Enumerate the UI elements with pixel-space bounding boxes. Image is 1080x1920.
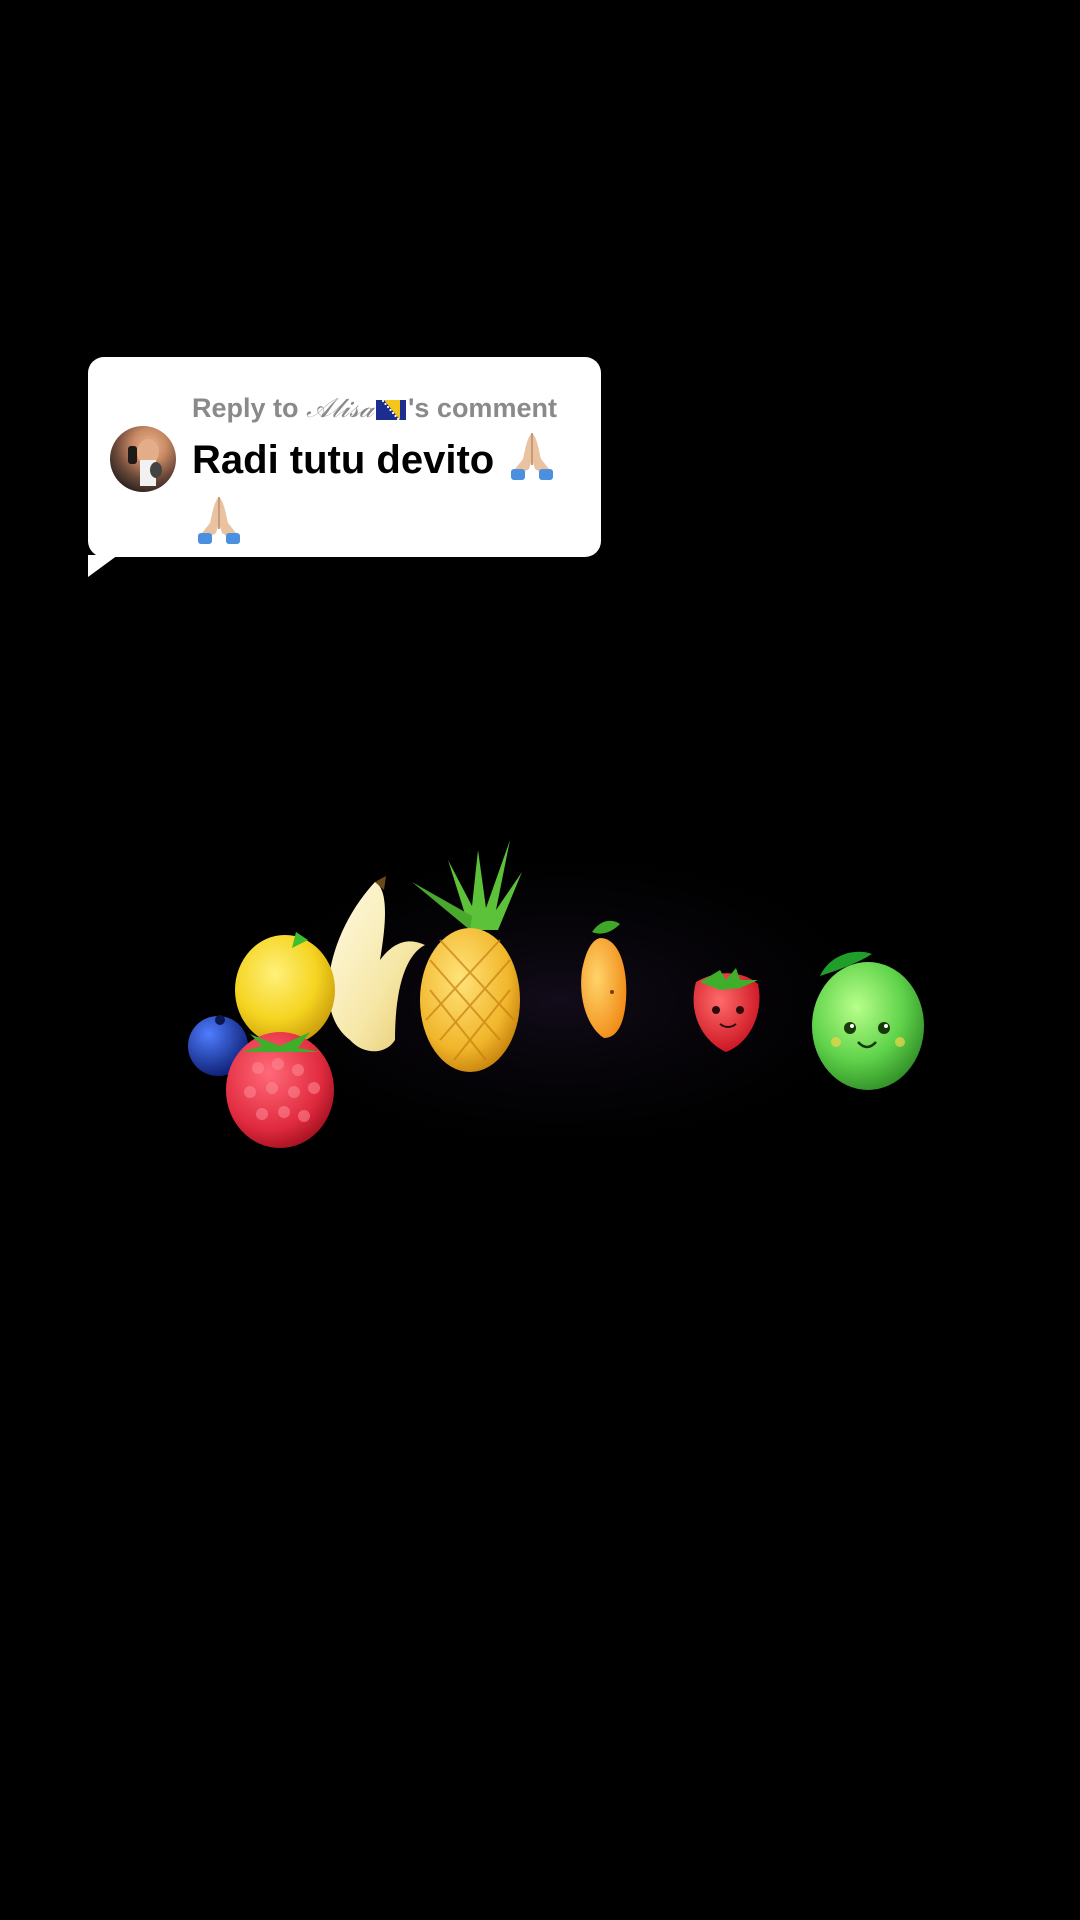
lemon <box>235 935 335 1045</box>
bosnia-flag-icon <box>375 396 406 427</box>
video-stage[interactable]: Reply to 𝒜𝓁𝒾𝓈𝒶 's comment Radi tutu devit… <box>0 0 1080 1920</box>
praying-hands-icon <box>505 429 559 493</box>
bubble-tail <box>88 555 118 577</box>
comment-body: Radi tutu devito <box>192 438 495 482</box>
reply-prefix: Reply to <box>192 393 307 423</box>
raspberry <box>226 1032 334 1148</box>
reply-comment-bubble[interactable]: Reply to 𝒜𝓁𝒾𝓈𝒶 's comment Radi tutu devit… <box>88 357 601 577</box>
reply-username[interactable]: 𝒜𝓁𝒾𝓈𝒶 <box>306 393 374 424</box>
praying-hands-icon <box>192 493 246 557</box>
fruit-scene <box>180 820 940 1180</box>
avatar[interactable] <box>110 426 176 492</box>
reply-suffix: 's comment <box>407 393 557 423</box>
reply-to-line: Reply to 𝒜𝓁𝒾𝓈𝒶 's comment <box>192 393 557 427</box>
comment-text: Radi tutu devito <box>192 429 587 557</box>
